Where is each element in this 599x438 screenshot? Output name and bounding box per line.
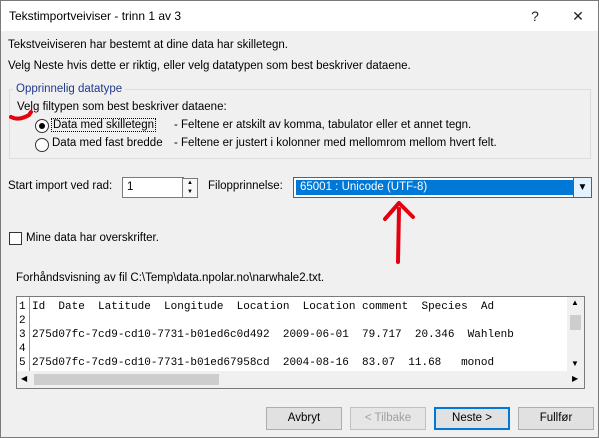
radio-fixed-width-desc: - Feltene er justert i kolonner med mell… <box>174 137 497 149</box>
cancel-button[interactable]: Avbryt <box>266 407 342 430</box>
preview-vertical-scrollbar[interactable]: ▲ ▼ <box>567 297 584 371</box>
stepper-up-icon[interactable]: ▲ <box>183 179 197 188</box>
intro-line-1: Tekstveiviseren har bestemt at dine data… <box>8 39 288 51</box>
back-button[interactable]: < Tilbake <box>350 407 426 430</box>
radio-delimited[interactable] <box>35 119 49 133</box>
start-row-input[interactable]: 1 <box>122 177 184 198</box>
finish-button[interactable]: Fullfør <box>518 407 594 430</box>
preview-line: 275d07fc-7cd9-cd10-7731-b01ed6c0d492 200… <box>32 329 514 341</box>
scroll-down-icon[interactable]: ▼ <box>571 359 579 368</box>
scroll-right-icon[interactable]: ▶ <box>572 374 578 383</box>
start-row-value: 1 <box>127 181 134 193</box>
intro-line-2: Velg Neste hvis dette er riktig, eller v… <box>8 60 411 72</box>
datatype-legend: Opprinnelig datatype <box>13 83 126 95</box>
row-number: 1 <box>19 301 26 313</box>
preview-line: 275d07fc-7cd9-cd10-7731-b01ed67958cd 200… <box>32 357 495 369</box>
row-number: 4 <box>19 343 26 355</box>
headers-checkbox[interactable] <box>9 232 22 245</box>
row-number: 3 <box>19 329 26 341</box>
start-row-stepper[interactable]: ▲ ▼ <box>182 178 198 198</box>
preview-pane[interactable]: 1 2 3 4 5 Id Date Latitude Longitude Loc… <box>16 296 585 389</box>
radio-delimited-label[interactable]: Data med skilletegn <box>51 118 156 132</box>
preview-label: Forhåndsvisning av fil C:\Temp\data.npol… <box>16 272 325 284</box>
vertical-scroll-thumb[interactable] <box>570 315 581 330</box>
headers-checkbox-label[interactable]: Mine data har overskrifter. <box>26 232 159 244</box>
close-icon[interactable]: ✕ <box>567 5 589 27</box>
title-bar: Tekstimportveiviser - trinn 1 av 3 ? ✕ <box>1 1 598 31</box>
text-import-wizard-window: Tekstimportveiviser - trinn 1 av 3 ? ✕ T… <box>0 0 599 438</box>
preview-horizontal-scrollbar[interactable]: ◀ ▶ <box>17 371 584 388</box>
preview-line: Id Date Latitude Longitude Location Loca… <box>32 301 495 313</box>
scroll-left-icon[interactable]: ◀ <box>21 374 27 383</box>
start-row-label: Start import ved rad: <box>8 180 113 192</box>
next-button[interactable]: Neste > <box>434 407 510 430</box>
file-origin-label: Filopprinnelse: <box>208 180 283 192</box>
scroll-up-icon[interactable]: ▲ <box>571 298 579 307</box>
help-button[interactable]: ? <box>524 5 546 27</box>
radio-fixed-width-label[interactable]: Data med fast bredde <box>52 137 163 149</box>
chevron-down-icon[interactable]: ▼ <box>573 178 591 197</box>
file-origin-value: 65001 : Unicode (UTF-8) <box>296 180 574 195</box>
radio-fixed-width[interactable] <box>35 138 49 152</box>
row-number: 5 <box>19 357 26 369</box>
horizontal-scroll-thumb[interactable] <box>34 374 219 385</box>
stepper-down-icon[interactable]: ▼ <box>183 188 197 197</box>
radio-delimited-desc: - Feltene er atskilt av komma, tabulator… <box>174 119 472 131</box>
file-origin-select[interactable]: 65001 : Unicode (UTF-8) ▼ <box>293 177 592 198</box>
datatype-prompt: Velg filtypen som best beskriver dataene… <box>17 101 227 113</box>
red-mark-annotation <box>9 110 33 121</box>
red-arrow-annotation <box>383 201 415 264</box>
window-title: Tekstimportveiviser - trinn 1 av 3 <box>9 9 182 23</box>
row-number: 2 <box>19 315 26 327</box>
